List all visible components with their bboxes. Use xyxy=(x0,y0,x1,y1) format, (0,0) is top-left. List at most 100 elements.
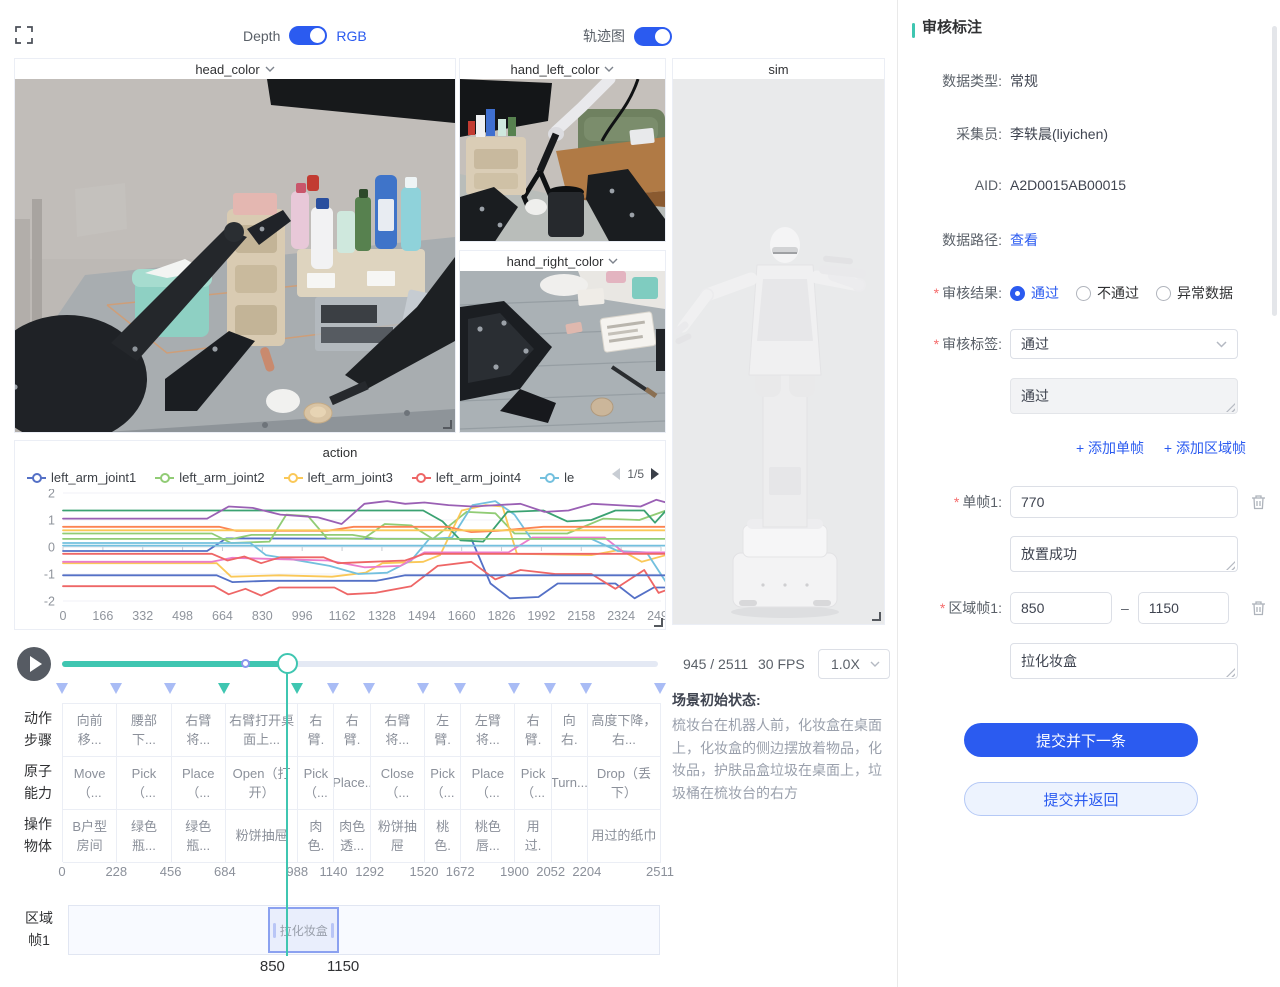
region-end-input[interactable] xyxy=(1138,592,1229,624)
sim-panel-resize-handle[interactable] xyxy=(872,612,881,621)
single-frame-dot-marker[interactable] xyxy=(241,659,250,668)
legend-item[interactable]: le xyxy=(540,470,574,485)
legend-item[interactable]: left_arm_joint1 xyxy=(27,470,136,485)
region-left-handle[interactable] xyxy=(273,923,276,938)
timeline-cell[interactable]: Close（... xyxy=(371,757,425,810)
timeline-cell[interactable]: Pick（... xyxy=(515,757,551,810)
depth-rgb-toggle[interactable] xyxy=(289,26,327,45)
region-right-handle[interactable] xyxy=(331,923,334,938)
data-path-link[interactable]: 查看 xyxy=(1010,230,1038,250)
timeline-cell[interactable]: Move（... xyxy=(63,757,117,810)
legend-item[interactable]: left_arm_joint4 xyxy=(412,470,521,485)
legend-next-icon[interactable] xyxy=(651,468,659,480)
timeline-cell[interactable]: 向前移... xyxy=(63,704,117,757)
timeline-cell[interactable]: 右臂将... xyxy=(371,704,425,757)
timeline-cell[interactable]: 高度下降，右... xyxy=(588,704,661,757)
timeline-cell[interactable]: Pick（... xyxy=(117,757,171,810)
hand-left-camera-title[interactable]: hand_left_color xyxy=(460,59,665,79)
data-path-row: 数据路径: 查看 xyxy=(906,230,1268,250)
timeline-cell[interactable]: Pick（... xyxy=(425,757,461,810)
timeline-marker[interactable] xyxy=(327,683,339,694)
timeline-marker[interactable] xyxy=(56,683,68,694)
timeline-cell[interactable]: Drop（丢下） xyxy=(588,757,661,810)
progress-slider-handle[interactable] xyxy=(277,653,298,674)
timeline-cell[interactable]: Place（... xyxy=(461,757,515,810)
single-frame-input[interactable] xyxy=(1010,486,1238,518)
timeline-cell[interactable]: 左臂. xyxy=(425,704,461,757)
timeline-cell[interactable]: 右臂将... xyxy=(172,704,226,757)
required-mark: * xyxy=(954,494,959,510)
region-frame-note[interactable]: 拉化妆盒 xyxy=(1010,643,1238,679)
timeline-marker[interactable] xyxy=(291,683,303,694)
svg-text:1992: 1992 xyxy=(527,609,555,623)
timeline-cell[interactable]: 右臂. xyxy=(515,704,551,757)
action-chart-panel: action left_arm_joint1 left_arm_joint2 lef… xyxy=(14,440,666,630)
delete-region-frame-icon[interactable] xyxy=(1251,600,1266,616)
timeline-marker[interactable] xyxy=(164,683,176,694)
timeline-cell[interactable]: 肉色. xyxy=(298,810,334,863)
review-tag-select[interactable]: 通过 xyxy=(1010,329,1238,359)
timeline-marker[interactable] xyxy=(218,683,230,694)
legend-item[interactable]: left_arm_joint3 xyxy=(284,470,393,485)
review-result-radio[interactable]: 异常数据 xyxy=(1156,283,1233,303)
delete-single-frame-icon[interactable] xyxy=(1251,494,1266,510)
chart-resize-handle[interactable] xyxy=(654,618,663,627)
timeline-table-row: 向前移...腰部下...右臂将...右臂打开桌面上...右臂.右臂.右臂将...… xyxy=(63,704,662,757)
region-track-bar[interactable] xyxy=(68,905,660,955)
head-camera-title-label: head_color xyxy=(195,62,259,77)
timeline-cell[interactable]: 粉饼抽屉 xyxy=(371,810,425,863)
timeline-marker[interactable] xyxy=(654,683,666,694)
timeline-marker[interactable] xyxy=(417,683,429,694)
head-panel-resize-handle[interactable] xyxy=(443,420,452,429)
timeline-marker[interactable] xyxy=(544,683,556,694)
region-start-input[interactable] xyxy=(1010,592,1112,624)
timeline-marker[interactable] xyxy=(363,683,375,694)
timeline-cell[interactable]: 用过. xyxy=(515,810,551,863)
hand-right-title-label: hand_right_color xyxy=(507,254,604,269)
submit-return-button[interactable]: 提交并返回 xyxy=(964,782,1198,816)
hand-right-camera-title[interactable]: hand_right_color xyxy=(460,251,665,271)
timeline-cell[interactable]: B户型房间 xyxy=(63,810,117,863)
review-result-radio[interactable]: 不通过 xyxy=(1076,283,1139,303)
legend-prev-icon[interactable] xyxy=(612,468,620,480)
timeline-cell[interactable]: 向右. xyxy=(552,704,588,757)
timeline-marker[interactable] xyxy=(580,683,592,694)
timeline-cell[interactable]: Turn... xyxy=(552,757,588,810)
timeline-cell[interactable] xyxy=(552,810,588,863)
add-single-frame-link[interactable]: + 添加单帧 xyxy=(1076,440,1144,456)
panel-scrollbar[interactable] xyxy=(1272,26,1277,316)
review-tag-note[interactable]: 通过 xyxy=(1010,378,1238,414)
review-result-radio[interactable]: 通过 xyxy=(1010,283,1059,303)
timeline-cell[interactable]: 绿色瓶... xyxy=(172,810,226,863)
sim-viewport[interactable] xyxy=(673,79,884,624)
timeline-cell[interactable]: 腰部下... xyxy=(117,704,171,757)
timeline-marker[interactable] xyxy=(110,683,122,694)
timeline-marker[interactable] xyxy=(508,683,520,694)
single-frame-note[interactable]: 放置成功 xyxy=(1010,536,1238,572)
timeline-cell[interactable]: 用过的纸巾 xyxy=(588,810,661,863)
submit-next-button[interactable]: 提交并下一条 xyxy=(964,723,1198,757)
playback-speed-select[interactable]: 1.0X xyxy=(818,649,890,679)
region-frame-zone[interactable]: 拉化妆盒 xyxy=(268,907,339,953)
timeline-cell[interactable]: 桃色唇... xyxy=(461,810,515,863)
timeline-cell[interactable]: 右臂. xyxy=(298,704,334,757)
svg-text:0: 0 xyxy=(48,541,55,555)
timeline-cell[interactable]: Pick（... xyxy=(298,757,334,810)
timeline-cell[interactable]: Place（... xyxy=(172,757,226,810)
timeline-cell[interactable]: 左臂将... xyxy=(461,704,515,757)
action-chart-title: action xyxy=(15,441,665,464)
head-camera-title[interactable]: head_color xyxy=(15,59,455,79)
play-button[interactable] xyxy=(17,647,51,681)
fullscreen-icon[interactable] xyxy=(14,25,34,45)
timeline-cell[interactable]: 肉色透... xyxy=(334,810,370,863)
required-mark: * xyxy=(934,336,939,352)
depth-label: Depth xyxy=(243,28,280,44)
trajectory-toggle[interactable] xyxy=(634,27,672,46)
timeline-cell[interactable]: 桃色. xyxy=(425,810,461,863)
add-region-frame-link[interactable]: + 添加区域帧 xyxy=(1164,440,1246,456)
timeline-marker[interactable] xyxy=(454,683,466,694)
timeline-cell[interactable]: 右臂. xyxy=(334,704,370,757)
timeline-cell[interactable]: Place.. xyxy=(334,757,370,810)
legend-item[interactable]: left_arm_joint2 xyxy=(155,470,264,485)
timeline-cell[interactable]: 绿色瓶... xyxy=(117,810,171,863)
